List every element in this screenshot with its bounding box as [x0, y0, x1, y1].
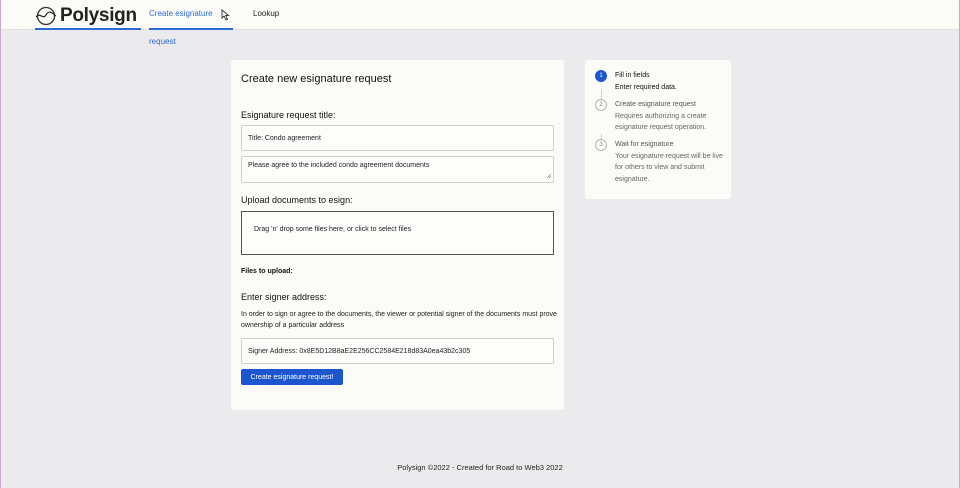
step-description: Requires authorizing a create esignature… — [615, 112, 707, 132]
step-number: 1 — [595, 70, 607, 82]
request-description-value: Please agree to the included condo agree… — [248, 162, 430, 169]
step-description: Your esignature request will be live for… — [615, 152, 723, 183]
upload-documents-label: Upload documents to esign: — [241, 195, 353, 205]
step-description: Enter required data. — [615, 83, 677, 91]
step-number: 3 — [595, 139, 607, 151]
step-title: Fill in fields — [615, 72, 650, 79]
progress-steps-card: 1 Fill in fields Enter required data. 2 … — [585, 60, 731, 199]
logo-text: Polysign — [60, 5, 137, 26]
file-dropzone[interactable]: Drag 'n' drop some files here, or click … — [241, 211, 554, 255]
app-header: Polysign Create esignature request Looku… — [1, 0, 959, 46]
signer-address-label: Enter signer address: — [241, 292, 327, 302]
files-to-upload-label: Files to upload: — [241, 268, 293, 275]
request-title-label: Esignature request title: — [241, 110, 336, 120]
request-title-value: Title: Condo agreement — [248, 134, 321, 142]
signer-description: In order to sign or agree to the documen… — [241, 311, 557, 329]
dropzone-text: Drag 'n' drop some files here, or click … — [254, 226, 412, 233]
request-title-input[interactable]: Title: Condo agreement — [241, 125, 554, 151]
logo-signature-icon — [35, 6, 57, 26]
form-title: Create new esignature request — [241, 73, 392, 85]
step-title: Create esignature request — [615, 101, 696, 108]
resize-grip-icon[interactable] — [546, 173, 552, 181]
step-wait-for-esignature: 3 Wait for esignature Your esignature re… — [595, 139, 725, 185]
logo[interactable]: Polysign — [35, 4, 141, 30]
mouse-cursor-icon — [220, 8, 230, 26]
footer-text: Polysign ©2022 - Created for Road to Web… — [397, 463, 563, 472]
step-fill-in-fields: 1 Fill in fields Enter required data. — [595, 70, 725, 93]
create-request-form-card: Create new esignature request Esignature… — [231, 60, 564, 410]
step-create-esignature-request: 2 Create esignature request Requires aut… — [595, 99, 725, 134]
signer-address-input[interactable]: Signer Address: 0x8E5D12B8aE2E256CC2584E… — [241, 338, 554, 364]
step-title: Wait for esignature — [615, 141, 674, 148]
step-number: 2 — [595, 99, 607, 111]
create-esignature-request-button[interactable]: Create esignature request! — [241, 369, 343, 385]
request-description-textarea[interactable]: Please agree to the included condo agree… — [241, 156, 554, 183]
signer-address-value: Signer Address: 0x8E5D12B8aE2E256CC2584E… — [248, 347, 471, 355]
nav-lookup[interactable]: Lookup — [253, 0, 279, 30]
